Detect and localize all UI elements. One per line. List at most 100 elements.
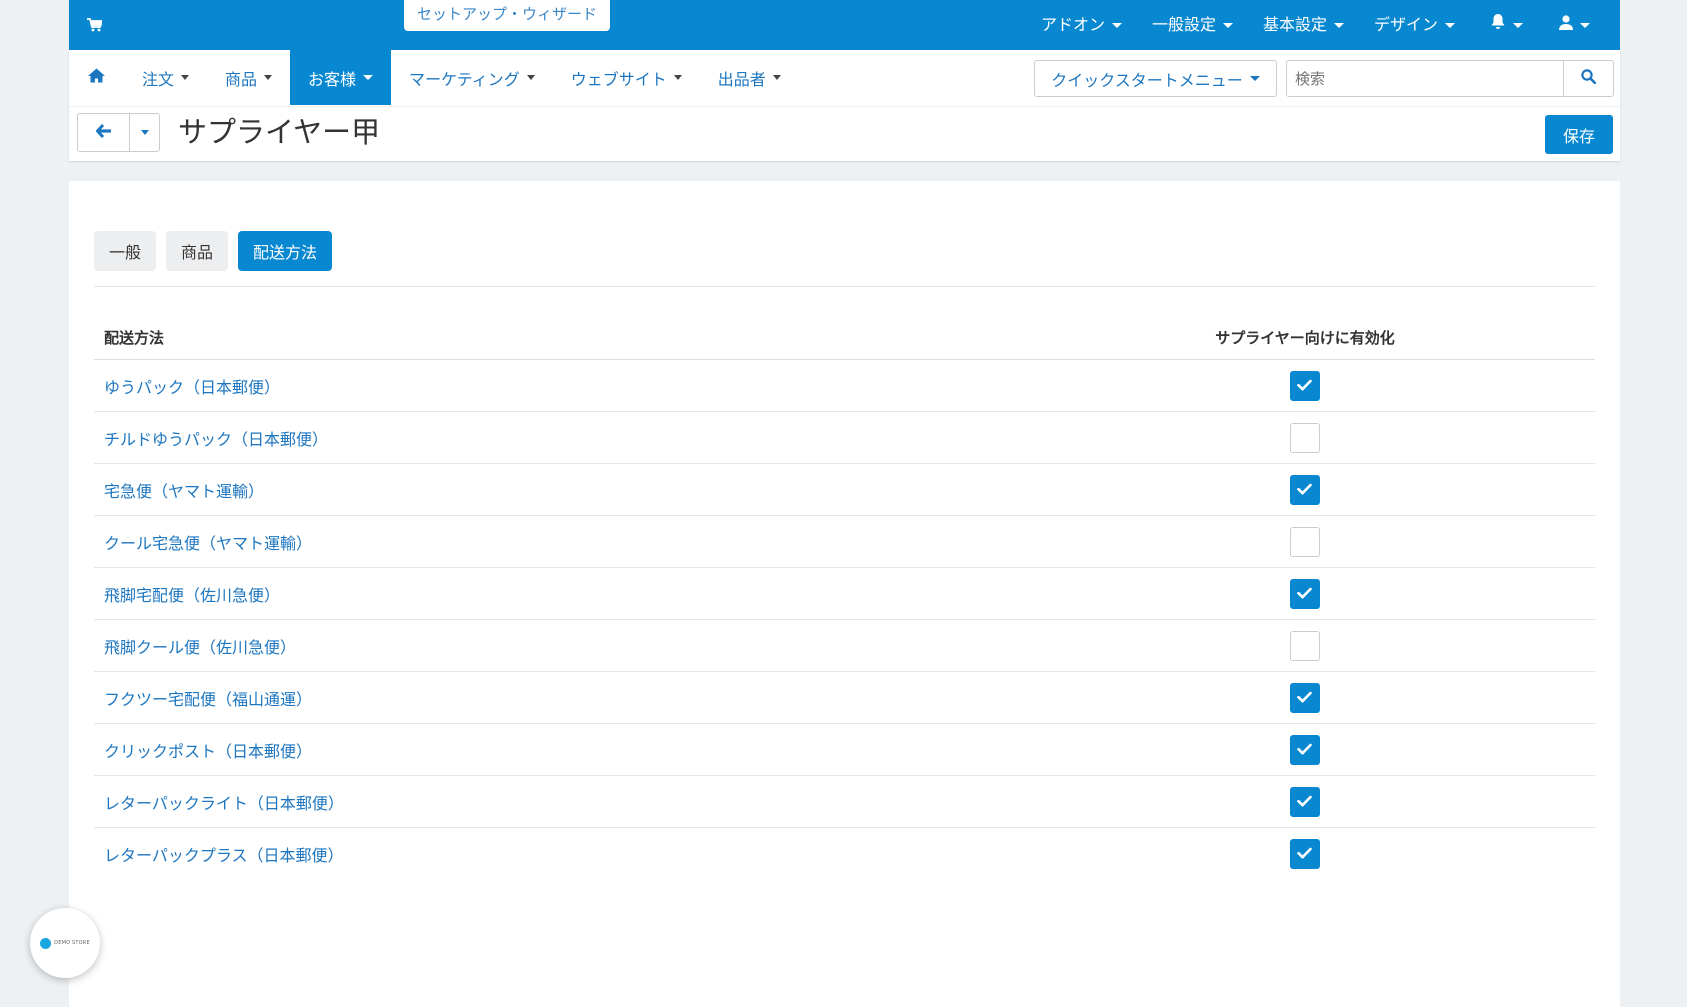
check-icon: [1297, 691, 1312, 702]
tab-products[interactable]: 商品: [166, 231, 229, 271]
nav-products-label: 商品: [225, 69, 258, 89]
enable-for-supplier-checkbox[interactable]: [1290, 578, 1320, 609]
table-row: クリックポスト（日本郵便）: [94, 723, 1595, 776]
nav-website[interactable]: ウェブサイト: [553, 50, 700, 105]
topnav-design[interactable]: デザイン: [1359, 0, 1470, 50]
enable-for-supplier-checkbox[interactable]: [1290, 786, 1320, 817]
back-dropdown-button[interactable]: [130, 114, 159, 151]
demo-store-badge[interactable]: DEMO STORE: [30, 908, 100, 978]
shipping-method-link[interactable]: クリックポスト（日本郵便）: [94, 723, 1015, 776]
shipping-method-link[interactable]: レターパックライト（日本郵便）: [94, 775, 1015, 828]
shipping-method-link[interactable]: 飛脚クール便（佐川急便）: [94, 619, 1015, 672]
enable-for-supplier-checkbox[interactable]: [1290, 734, 1320, 765]
topnav-design-label: デザイン: [1373, 15, 1438, 34]
enable-for-supplier-checkbox[interactable]: [1290, 370, 1320, 401]
home-icon: [88, 68, 105, 87]
check-icon: [1297, 847, 1312, 858]
table-row: 飛脚宅配便（佐川急便）: [94, 567, 1595, 620]
caret-down-icon: [363, 75, 374, 80]
nav-customers[interactable]: お客様: [290, 50, 392, 105]
enabled-cell: [1015, 775, 1595, 828]
enable-for-supplier-checkbox[interactable]: [1290, 474, 1320, 505]
shipping-methods-table: 配送方法 サプライヤー向けに有効化 ゆうパック（日本郵便） チルドゆうパック（日本…: [94, 315, 1595, 879]
enable-for-supplier-checkbox[interactable]: [1290, 630, 1320, 661]
tab-general[interactable]: 一般: [94, 231, 157, 271]
caret-down-icon: [673, 75, 682, 80]
enabled-cell: [1015, 411, 1595, 464]
demo-store-label: DEMO STORE: [54, 940, 90, 946]
cart-icon[interactable]: [87, 18, 104, 36]
table-row: クール宅急便（ヤマト運輸）: [94, 515, 1595, 568]
enabled-cell: [1015, 463, 1595, 516]
table-row: 飛脚クール便（佐川急便）: [94, 619, 1595, 672]
topnav-addons-label: アドオン: [1040, 15, 1105, 34]
topnav-general-settings[interactable]: 一般設定: [1137, 0, 1248, 50]
check-icon: [1297, 483, 1312, 494]
back-button-group: [77, 113, 160, 152]
search-button[interactable]: [1563, 61, 1613, 96]
table-row: レターパックプラス（日本郵便）: [94, 828, 1595, 880]
enable-for-supplier-checkbox[interactable]: [1290, 838, 1320, 869]
shipping-method-link[interactable]: チルドゆうパック（日本郵便）: [94, 411, 1015, 464]
caret-down-icon: [140, 130, 149, 135]
shipping-method-link[interactable]: 宅急便（ヤマト運輸）: [94, 463, 1015, 516]
arrow-left-icon: [95, 123, 112, 142]
enabled-cell: [1015, 619, 1595, 672]
check-icon: [1297, 743, 1312, 754]
table-row: チルドゆうパック（日本郵便）: [94, 411, 1595, 464]
table-row: 宅急便（ヤマト運輸）: [94, 463, 1595, 516]
home-button[interactable]: [69, 50, 124, 105]
content-panel: 一般 商品 配送方法 配送方法 サプライヤー向けに有効化 ゆうパック（日本郵便）…: [30, 181, 1620, 1007]
enabled-cell: [1015, 359, 1595, 412]
nav-marketing[interactable]: マーケティング: [391, 50, 553, 105]
nav-orders-label: 注文: [142, 69, 175, 89]
header-divider: [69, 106, 1620, 107]
user-menu-button[interactable]: [1543, 0, 1620, 50]
back-button[interactable]: [78, 114, 130, 151]
bell-icon: [1490, 1, 1506, 49]
nav-vendors[interactable]: 出品者: [700, 50, 799, 105]
tab-shipping-methods[interactable]: 配送方法: [238, 231, 333, 271]
search-input[interactable]: [1287, 61, 1563, 96]
topnav-general-settings-label: 一般設定: [1151, 15, 1216, 34]
caret-down-icon: [1111, 22, 1122, 28]
caret-down-icon: [1445, 22, 1455, 28]
enabled-cell: [1015, 723, 1595, 776]
enable-for-supplier-checkbox[interactable]: [1290, 526, 1320, 557]
quickstart-menu-button[interactable]: クイックスタートメニュー: [1034, 60, 1277, 97]
caret-down-icon: [181, 75, 190, 80]
tab-divider: [94, 286, 1595, 287]
enabled-cell: [1015, 515, 1595, 568]
nav-products[interactable]: 商品: [207, 50, 290, 105]
check-icon: [1297, 379, 1312, 390]
topnav-basic-settings[interactable]: 基本設定: [1248, 0, 1359, 50]
topnav-basic-settings-label: 基本設定: [1262, 15, 1327, 34]
table-row: ゆうパック（日本郵便）: [94, 359, 1595, 412]
caret-down-icon: [1333, 22, 1344, 28]
main-nav: 注文 商品 お客様 マーケティング ウェブサイト 出品者: [69, 50, 799, 105]
shipping-method-link[interactable]: ゆうパック（日本郵便）: [94, 359, 1015, 412]
caret-down-icon: [1513, 22, 1523, 28]
store-logo-icon: [40, 937, 52, 949]
enable-for-supplier-checkbox[interactable]: [1290, 682, 1320, 713]
search-box: [1286, 60, 1614, 97]
shipping-method-link[interactable]: フクツー宅配便（福山通運）: [94, 671, 1015, 724]
setup-wizard-button[interactable]: セットアップ・ウィザード: [404, 0, 611, 31]
nav-orders[interactable]: 注文: [124, 50, 207, 105]
shipping-method-link[interactable]: 飛脚宅配便（佐川急便）: [94, 567, 1015, 620]
enable-for-supplier-checkbox[interactable]: [1290, 422, 1320, 453]
notifications-button[interactable]: [1470, 0, 1543, 50]
shipping-method-link[interactable]: クール宅急便（ヤマト運輸）: [94, 515, 1015, 568]
shipping-method-link[interactable]: レターパックプラス（日本郵便）: [94, 828, 1015, 880]
tab-bar: 一般 商品 配送方法: [94, 231, 333, 271]
admin-header: 注文 商品 お客様 マーケティング ウェブサイト 出品者 クイックスタートメニュ…: [69, 50, 1620, 161]
topnav-addons[interactable]: アドオン: [1026, 0, 1137, 50]
save-button[interactable]: 保存: [1545, 115, 1613, 154]
top-bar: セットアップ・ウィザード アドオン 一般設定 基本設定 デザイン: [69, 0, 1620, 50]
caret-down-icon: [1249, 76, 1260, 81]
quickstart-menu-label: クイックスタートメニュー: [1051, 70, 1243, 90]
user-icon: [1559, 1, 1573, 49]
search-icon: [1581, 69, 1597, 88]
page-title: サプライヤー甲: [178, 115, 381, 149]
caret-down-icon: [264, 75, 273, 80]
